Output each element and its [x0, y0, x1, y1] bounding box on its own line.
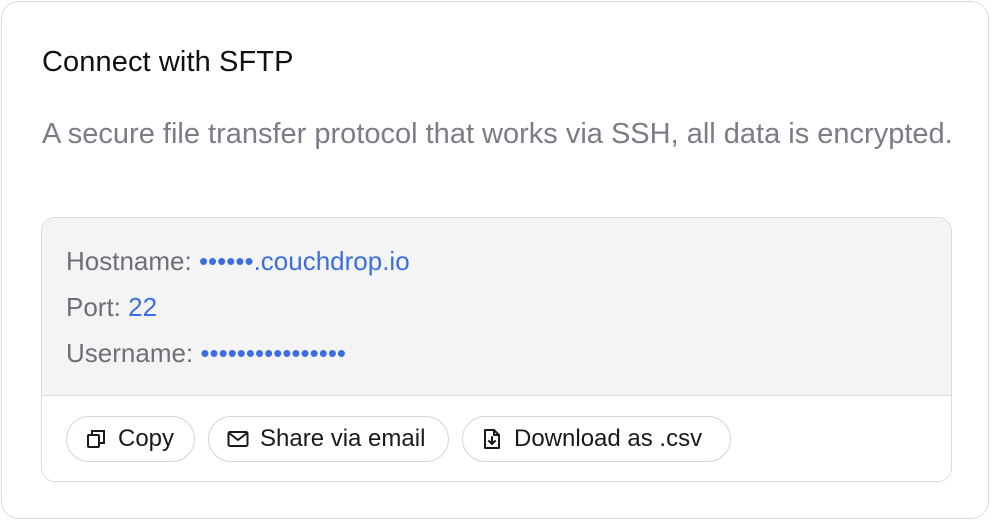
port-label: Port:	[66, 292, 129, 322]
card-description: A secure file transfer protocol that wor…	[42, 118, 953, 150]
port-row: Port: 22	[66, 292, 157, 323]
share-button-label: Share via email	[260, 425, 426, 452]
hostname-value[interactable]: ••••••.couchdrop.io	[199, 246, 410, 276]
username-value[interactable]: ••••••••••••••••	[200, 338, 346, 368]
download-file-icon	[480, 427, 504, 451]
port-value[interactable]: 22	[128, 292, 157, 322]
card-title: Connect with SFTP	[42, 46, 294, 78]
username-row: Username: ••••••••••••••••	[66, 338, 346, 369]
hostname-label: Hostname:	[66, 246, 199, 276]
hostname-row: Hostname: ••••••.couchdrop.io	[66, 246, 410, 277]
copy-icon	[84, 427, 108, 451]
mail-icon	[226, 427, 250, 451]
download-csv-button[interactable]: Download as .csv	[462, 416, 731, 462]
connection-details-panel: Hostname: ••••••.couchdrop.io Port: 22 U…	[41, 217, 952, 482]
copy-button[interactable]: Copy	[66, 416, 195, 462]
connection-details-fields: Hostname: ••••••.couchdrop.io Port: 22 U…	[42, 218, 951, 396]
username-label: Username:	[66, 338, 201, 368]
copy-button-label: Copy	[118, 425, 175, 452]
sftp-connection-card: Connect with SFTP A secure file transfer…	[1, 1, 989, 519]
share-via-email-button[interactable]: Share via email	[208, 416, 449, 462]
download-button-label: Download as .csv	[514, 425, 703, 452]
